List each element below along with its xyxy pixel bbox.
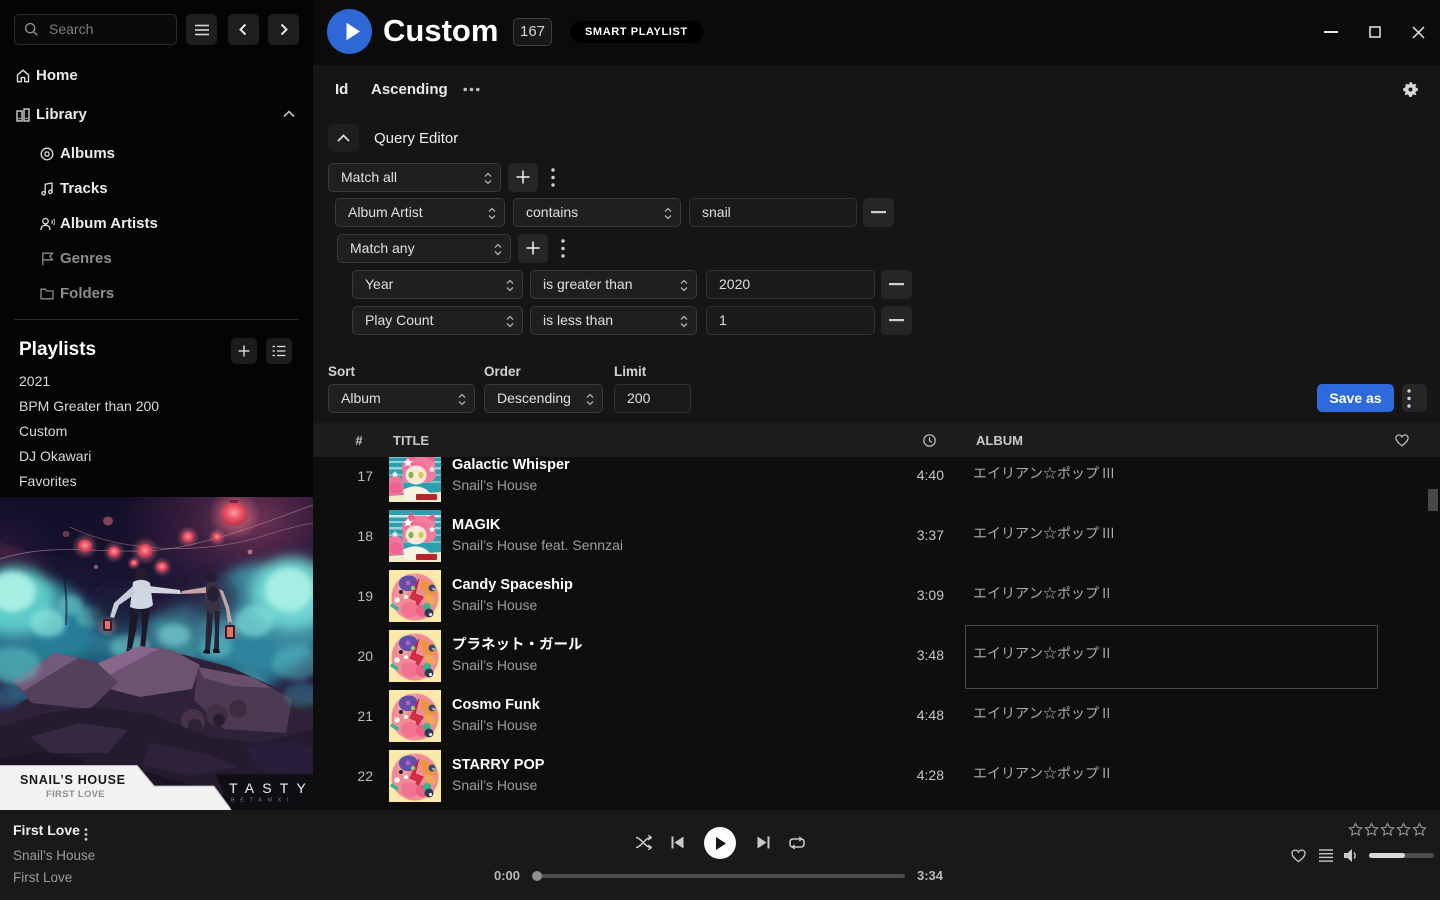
svg-text:TASTY: TASTY — [229, 780, 313, 796]
svg-text:SNAIL’S HOUSE: SNAIL’S HOUSE — [20, 773, 126, 787]
svg-text:BETAMXI: BETAMXI — [231, 798, 294, 804]
svg-text:FIRST LOVE: FIRST LOVE — [46, 789, 105, 800]
